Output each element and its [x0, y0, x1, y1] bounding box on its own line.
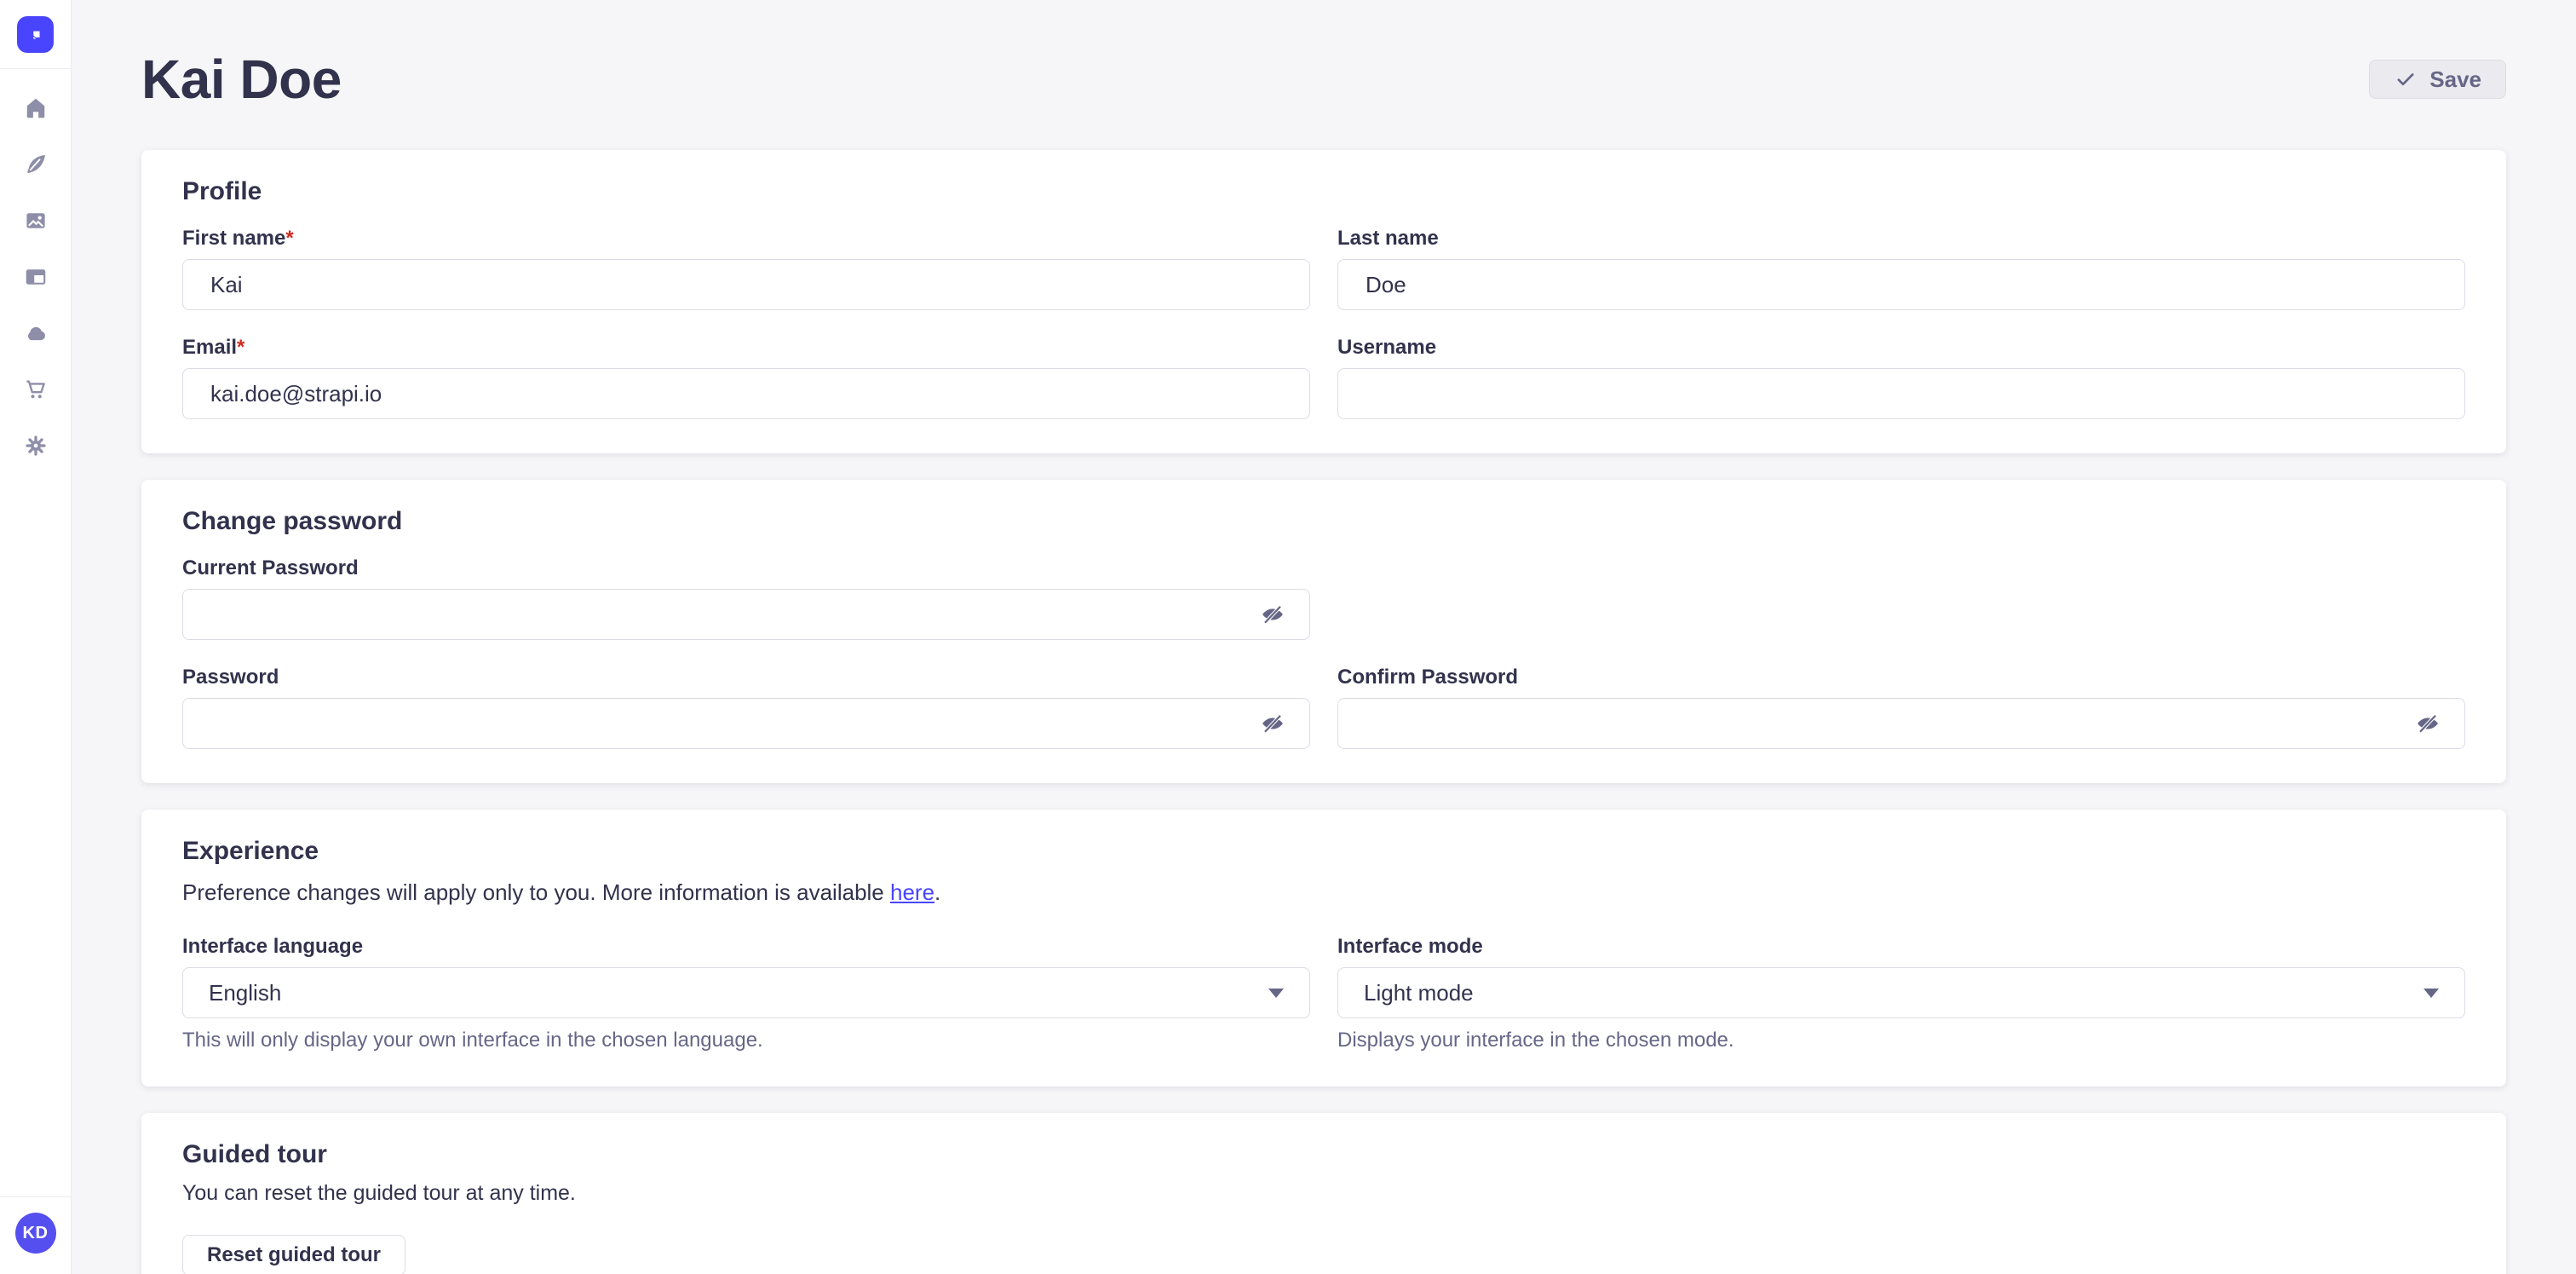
first-name-field: First name*	[182, 227, 1310, 310]
confirm-password-label: Confirm Password	[1337, 666, 2465, 689]
home-icon	[23, 95, 49, 121]
interface-mode-value: Light mode	[1364, 980, 1474, 1006]
sidebar-item-content-type-builder[interactable]	[19, 260, 53, 294]
profile-fields-grid: First name* Last name Email* Username	[182, 227, 2465, 419]
sidebar-item-marketplace[interactable]	[19, 372, 53, 406]
logo-container	[17, 0, 54, 68]
sidebar-item-settings[interactable]	[19, 429, 53, 463]
sidebar-footer: KD	[0, 1196, 72, 1274]
experience-fields-grid: Interface language English This will onl…	[182, 935, 2465, 1052]
first-name-input[interactable]	[182, 259, 1310, 310]
chevron-down-icon	[1268, 989, 1284, 998]
new-password-input[interactable]	[182, 698, 1310, 749]
reset-guided-tour-button[interactable]: Reset guided tour	[182, 1235, 405, 1274]
eye-slash-icon	[2415, 711, 2441, 736]
interface-mode-select[interactable]: Light mode	[1337, 967, 2465, 1018]
strapi-logo-icon[interactable]	[17, 16, 54, 53]
experience-card: Experience Preference changes will apply…	[141, 810, 2506, 1087]
guided-tour-card: Guided tour You can reset the guided tou…	[141, 1113, 2506, 1274]
username-input[interactable]	[1337, 368, 2465, 419]
eye-slash-icon	[1260, 711, 1285, 736]
interface-language-field: Interface language English This will onl…	[182, 935, 1310, 1052]
username-field: Username	[1337, 336, 2465, 419]
email-field: Email*	[182, 336, 1310, 419]
confirm-password-field: Confirm Password	[1337, 666, 2465, 749]
sidebar-item-home[interactable]	[19, 91, 53, 125]
experience-description: Preference changes will apply only to yo…	[182, 879, 2465, 906]
page-header: Kai Doe Save	[141, 0, 2506, 111]
last-name-field: Last name	[1337, 227, 2465, 310]
username-label: Username	[1337, 336, 2465, 360]
required-asterisk: *	[237, 336, 244, 359]
eye-slash-icon	[1260, 602, 1285, 627]
interface-language-label: Interface language	[182, 935, 1310, 959]
last-name-input[interactable]	[1337, 259, 2465, 310]
toggle-confirm-password-visibility-button[interactable]	[2409, 705, 2447, 742]
chevron-down-icon	[2424, 989, 2439, 998]
change-password-card: Change password Current Password	[141, 480, 2506, 783]
sidebar-item-media-library[interactable]	[19, 204, 53, 238]
interface-language-hint: This will only display your own interfac…	[182, 1029, 1310, 1052]
save-button[interactable]: Save	[2369, 60, 2506, 99]
sidebar-nav	[19, 69, 53, 1196]
toggle-new-password-visibility-button[interactable]	[1254, 705, 1291, 742]
required-asterisk: *	[285, 227, 293, 250]
sidebar-item-content-manager[interactable]	[19, 147, 53, 182]
change-password-grid: Current Password Password	[182, 556, 2465, 749]
interface-mode-label: Interface mode	[1337, 935, 2465, 959]
confirm-password-input[interactable]	[1337, 698, 2465, 749]
more-information-link[interactable]: here	[890, 879, 934, 905]
app-root: KD Kai Doe Save Profile First name*	[0, 0, 2576, 1274]
strapi-logo-glyph	[25, 24, 47, 46]
email-input[interactable]	[182, 368, 1310, 419]
cloud-icon	[23, 320, 49, 346]
guided-tour-card-title: Guided tour	[182, 1140, 2465, 1169]
interface-mode-hint: Displays your interface in the chosen mo…	[1337, 1029, 2465, 1052]
new-password-field: Password	[182, 666, 1310, 749]
new-password-label: Password	[182, 666, 1310, 689]
email-label: Email*	[182, 336, 1310, 360]
marketplace-cart-icon	[23, 377, 49, 402]
user-avatar[interactable]: KD	[15, 1213, 56, 1254]
current-password-field: Current Password	[182, 556, 1310, 640]
sidebar-item-deploy[interactable]	[19, 316, 53, 350]
sidebar: KD	[0, 0, 72, 1274]
interface-language-value: English	[209, 980, 281, 1006]
media-library-icon	[23, 208, 49, 233]
first-name-label: First name*	[182, 227, 1310, 251]
interface-language-select[interactable]: English	[182, 967, 1310, 1018]
last-name-label: Last name	[1337, 227, 2465, 251]
check-icon	[2394, 67, 2418, 91]
interface-mode-field: Interface mode Light mode Displays your …	[1337, 935, 2465, 1052]
layout-icon	[23, 264, 49, 290]
settings-gear-icon	[23, 433, 49, 458]
current-password-label: Current Password	[182, 556, 1310, 580]
experience-card-title: Experience	[182, 837, 2465, 866]
page-title: Kai Doe	[141, 48, 342, 111]
toggle-current-password-visibility-button[interactable]	[1254, 596, 1291, 633]
current-password-input[interactable]	[182, 589, 1310, 640]
profile-card-title: Profile	[182, 177, 2465, 206]
change-password-card-title: Change password	[182, 507, 2465, 536]
feather-icon	[23, 152, 49, 177]
save-button-label: Save	[2429, 66, 2481, 93]
profile-card: Profile First name* Last name Email* Use…	[141, 150, 2506, 453]
main-content: Kai Doe Save Profile First name* Last na…	[72, 0, 2576, 1274]
guided-tour-description: You can reset the guided tour at any tim…	[182, 1181, 2465, 1206]
